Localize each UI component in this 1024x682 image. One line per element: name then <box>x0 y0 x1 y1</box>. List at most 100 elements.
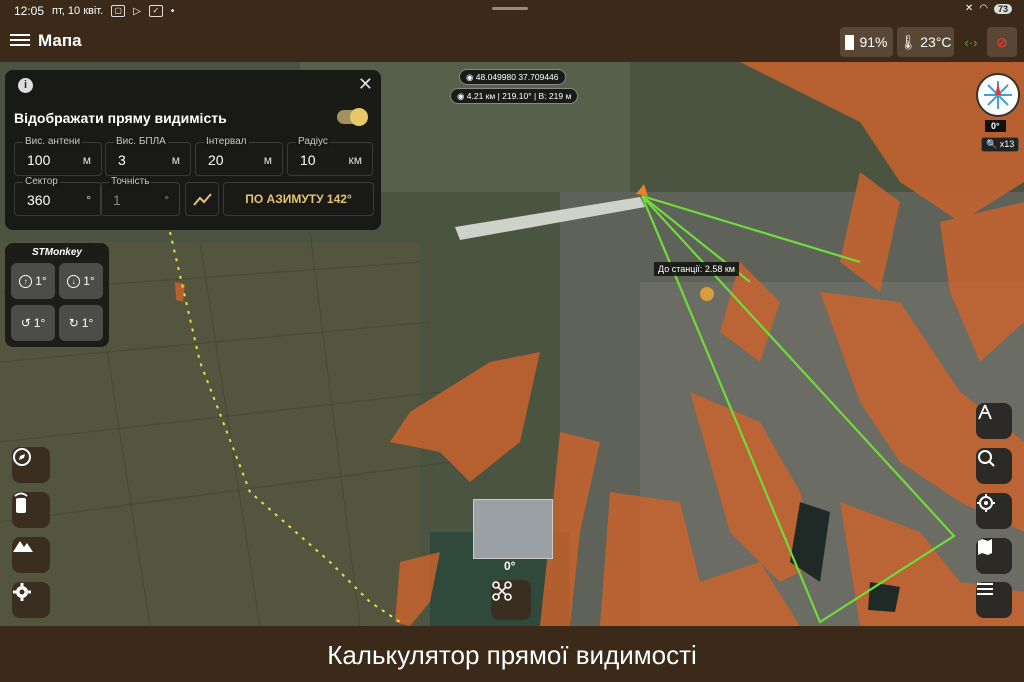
drone-preview[interactable] <box>473 499 553 559</box>
battery-value: 91% <box>859 34 888 50</box>
field-label: Сектор <box>23 176 60 187</box>
field-label: Інтервал <box>204 136 249 147</box>
distance-tooltip: До станції: 2.58 км <box>654 262 739 276</box>
accuracy-field[interactable]: Точність 1 ° <box>100 176 180 216</box>
signal-off-icon[interactable]: ⊘ <box>987 27 1017 57</box>
map-layers-button[interactable] <box>976 538 1012 574</box>
los-toggle-label: Відображати пряму видимість <box>14 110 227 126</box>
tilt-up-button[interactable]: ↑ 1° <box>11 263 55 299</box>
compass-divider-icon <box>978 404 992 420</box>
my-location-button[interactable] <box>976 493 1012 529</box>
stmonkey-panel: STMonkey ↑ 1° ↓ 1° ↺ 1° ↻ 1° <box>5 243 109 347</box>
field-value: 10 <box>300 152 316 168</box>
zoom-badge: 🔍 x13 <box>981 137 1020 152</box>
field-label: Вис. БПЛА <box>114 136 168 147</box>
temperature-value: 23°C <box>920 34 952 50</box>
mute-icon: ✕ <box>964 3 974 14</box>
remote-button[interactable] <box>12 492 50 528</box>
menu-icon[interactable] <box>10 31 30 51</box>
rotate-right-icon: ↻ <box>68 316 79 330</box>
field-unit: ° <box>86 193 91 207</box>
uav-height-field[interactable]: Вис. БПЛА 3 м <box>105 136 191 176</box>
link-icon[interactable]: ‹·› <box>957 27 985 57</box>
compass-button[interactable] <box>12 447 50 483</box>
stmonkey-title: STMonkey <box>31 247 82 258</box>
radius-field[interactable]: Радіус 10 км <box>287 136 373 176</box>
compass-icon <box>13 448 31 466</box>
tilt-up-value: 1° <box>35 274 47 288</box>
settings-button[interactable] <box>12 582 50 618</box>
remote-icon <box>14 492 28 513</box>
field-value: 100 <box>27 152 51 168</box>
antenna-height-field[interactable]: Вис. антени 100 м <box>14 136 102 176</box>
zoom-level: x13 <box>999 139 1015 149</box>
battery-level: 73 <box>993 3 1012 14</box>
sector-field[interactable]: Сектор 360 ° <box>14 176 102 216</box>
screenshot-icon: ▢ <box>111 5 126 17</box>
tilt-down-button[interactable]: ↓ 1° <box>59 263 103 299</box>
rotate-left-icon: ↺ <box>20 316 31 330</box>
field-unit: м <box>171 153 180 167</box>
compass-icon[interactable] <box>976 73 1020 117</box>
coordinates-pill: ◉ 48.049980 37.709446 <box>459 69 566 85</box>
rotate-left-button[interactable]: ↺ 1° <box>11 305 55 341</box>
target-icon: ◉ <box>457 91 467 101</box>
caption-bar: Калькулятор прямої видимості <box>0 626 1024 682</box>
search-location-icon <box>978 450 995 467</box>
field-unit: ° <box>164 193 169 207</box>
drone-icon[interactable] <box>491 580 531 620</box>
field-unit: км <box>348 153 363 167</box>
target-icon: ◉ <box>466 72 476 82</box>
dot-icon: • <box>170 5 175 17</box>
gear-icon <box>13 583 31 601</box>
caption-text: Калькулятор прямої видимості <box>327 640 697 670</box>
los-toggle[interactable] <box>337 108 368 126</box>
check-icon: ✓ <box>148 5 163 17</box>
drag-handle <box>492 7 528 10</box>
more-menu-button[interactable] <box>976 582 1012 618</box>
rotate-left-value: 1° <box>33 316 46 330</box>
close-icon[interactable]: ✕ <box>358 74 373 95</box>
field-unit: м <box>263 153 272 167</box>
measure-pill: ◉ 4.21 км | 219.10° | В: 219 м <box>450 88 579 104</box>
measure-tool-button[interactable] <box>976 403 1012 439</box>
field-label: Вис. антени <box>23 136 83 147</box>
coordinates-text: 48.049980 37.709446 <box>475 72 559 82</box>
search-location-button[interactable] <box>976 448 1012 484</box>
wifi-icon: ◠ <box>979 3 988 14</box>
field-unit: м <box>82 153 91 167</box>
rotate-right-value: 1° <box>81 316 94 330</box>
status-time: 12:05 <box>14 4 45 18</box>
rotate-right-button[interactable]: ↻ 1° <box>59 305 103 341</box>
measure-text: 4.21 км | 219.10° | В: 219 м <box>466 91 572 101</box>
battery-chip: 91% <box>840 27 893 57</box>
battery-icon <box>845 34 855 50</box>
crosshair-icon <box>977 494 995 512</box>
trend-line-icon <box>193 193 212 206</box>
info-icon[interactable]: i <box>18 78 33 93</box>
field-value: 20 <box>208 152 224 168</box>
field-value: 1 <box>113 192 121 208</box>
arrow-up-icon: ↑ <box>19 274 33 288</box>
profile-chart-button[interactable] <box>185 182 219 216</box>
app-bar: Мапа 91% 🌡 23°C ‹·› ⊘ <box>0 22 1024 62</box>
arrow-down-icon: ↓ <box>67 274 81 288</box>
mountain-icon <box>13 541 33 552</box>
tilt-down-value: 1° <box>83 274 95 288</box>
field-value: 3 <box>118 152 126 168</box>
map-icon <box>978 539 992 555</box>
terrain-button[interactable] <box>12 537 50 573</box>
field-label: Точність <box>109 176 152 187</box>
temperature-chip: 🌡 23°C <box>897 27 954 57</box>
page-title: Мапа <box>38 31 82 50</box>
play-store-icon: ▷ <box>133 5 141 17</box>
drone-heading: 0° <box>504 559 516 573</box>
field-label: Радіус <box>296 136 330 147</box>
interval-field[interactable]: Інтервал 20 м <box>195 136 283 176</box>
status-date: пт, 10 квіт. <box>52 5 104 17</box>
thermometer-icon: 🌡 <box>899 33 918 50</box>
menu-icon <box>977 583 993 595</box>
azimuth-button[interactable]: ПО АЗИМУТУ 142° <box>223 182 374 216</box>
compass-heading: 0° <box>985 120 1006 132</box>
status-bar: 12:05 пт, 10 квіт. ▢ ▷ ✓ • ✕ ◠ 73 <box>0 0 1024 22</box>
